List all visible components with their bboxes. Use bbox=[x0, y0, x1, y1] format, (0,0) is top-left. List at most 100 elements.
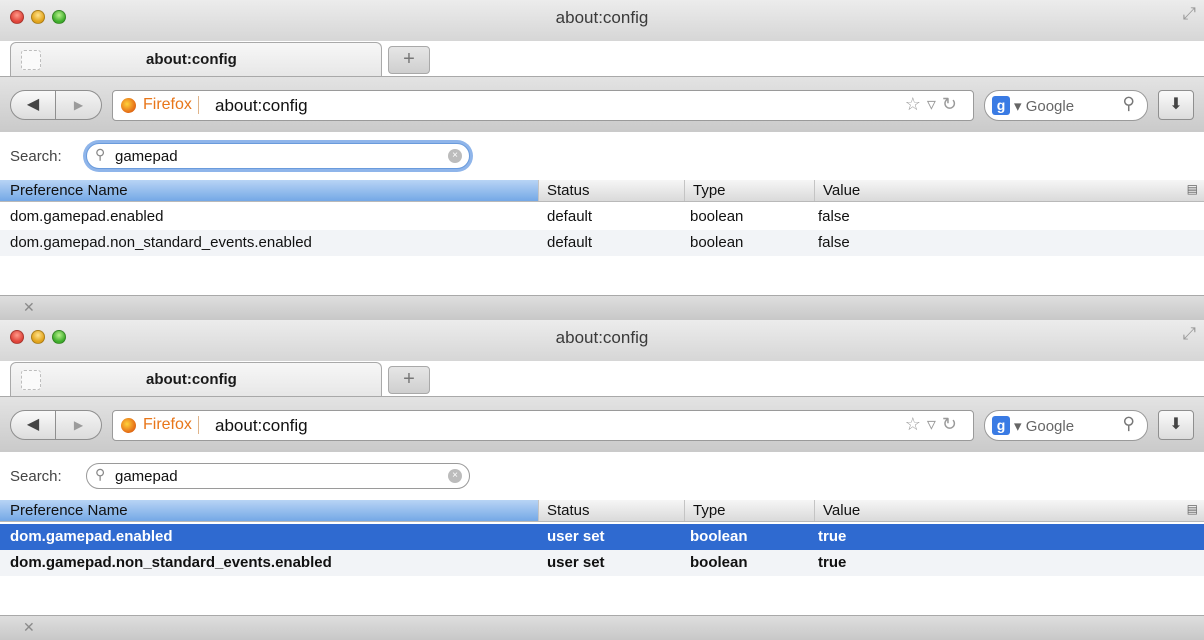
browser-window-user-set: about:config ⤢ about:config + ◀ ▶ Firefo… bbox=[0, 320, 1204, 640]
cell-value: true bbox=[818, 528, 847, 545]
search-label: Search: bbox=[10, 148, 62, 165]
url-bar-icons: ☆▿↻ bbox=[905, 94, 963, 115]
filter-input[interactable]: ⚲ gamepad × bbox=[86, 463, 470, 489]
firefox-icon bbox=[121, 418, 136, 433]
column-header-type[interactable]: Type bbox=[684, 500, 814, 521]
google-icon[interactable]: g bbox=[992, 416, 1010, 435]
cell-preference-name: dom.gamepad.enabled bbox=[10, 208, 164, 225]
cell-status: user set bbox=[547, 528, 605, 545]
tab-about-config[interactable]: about:config bbox=[10, 362, 382, 396]
table-row[interactable]: dom.gamepad.non_standard_events.enabled … bbox=[0, 550, 1204, 576]
back-button[interactable]: ◀ bbox=[10, 410, 56, 440]
filter-value[interactable]: gamepad bbox=[115, 468, 178, 485]
bookmark-star-icon[interactable]: ☆ bbox=[905, 94, 927, 114]
url-text[interactable]: about:config bbox=[215, 416, 308, 436]
search-icon[interactable]: ⚲ bbox=[1123, 94, 1135, 114]
engine-name: Google bbox=[1025, 98, 1075, 115]
download-button[interactable]: ⬇ bbox=[1158, 90, 1194, 120]
cell-type: boolean bbox=[690, 554, 748, 571]
url-bar[interactable]: Firefox about:config ☆▿↻ bbox=[112, 90, 974, 121]
column-picker-icon[interactable]: ▤ bbox=[1187, 182, 1198, 196]
title-bar: about:config ⤢ bbox=[0, 320, 1204, 361]
reload-icon[interactable]: ↻ bbox=[942, 414, 963, 434]
cell-type: boolean bbox=[690, 234, 744, 251]
column-header-status[interactable]: Status bbox=[538, 500, 684, 521]
cell-value: true bbox=[818, 554, 847, 571]
navigation-toolbar: ◀ ▶ Firefox about:config ☆▿↻ g ▾ Google … bbox=[0, 76, 1204, 132]
back-arrow-icon: ◀ bbox=[26, 416, 40, 433]
navigation-toolbar: ◀ ▶ Firefox about:config ☆▿↻ g ▾ Google … bbox=[0, 396, 1204, 452]
find-bar: ✕ bbox=[0, 615, 1204, 640]
search-icon: ⚲ bbox=[95, 466, 106, 482]
fullscreen-icon[interactable]: ⤢ bbox=[1182, 324, 1196, 344]
reload-icon[interactable]: ↻ bbox=[942, 94, 963, 114]
search-engine-label: ▾ Google bbox=[1014, 417, 1074, 435]
filter-value[interactable]: gamepad bbox=[115, 148, 178, 165]
tab-label: about:config bbox=[146, 371, 237, 388]
filter-input[interactable]: ⚲ gamepad × bbox=[86, 143, 470, 169]
url-bar[interactable]: Firefox about:config ☆▿↻ bbox=[112, 410, 974, 441]
new-tab-button[interactable]: + bbox=[388, 366, 430, 394]
window-title: about:config bbox=[555, 8, 649, 27]
column-header-status[interactable]: Status bbox=[538, 180, 684, 201]
window-title: about:config bbox=[555, 328, 649, 347]
bookmark-star-icon[interactable]: ☆ bbox=[905, 414, 927, 434]
cell-status: default bbox=[547, 208, 593, 225]
tab-about-config[interactable]: about:config bbox=[10, 42, 382, 76]
firefox-icon bbox=[121, 98, 136, 113]
back-arrow-icon: ◀ bbox=[26, 96, 40, 113]
cell-value: false bbox=[818, 208, 850, 225]
cell-type: boolean bbox=[690, 208, 744, 225]
cell-status: default bbox=[547, 234, 593, 251]
download-icon: ⬇ bbox=[1169, 96, 1183, 113]
forward-arrow-icon: ▶ bbox=[73, 418, 84, 432]
search-label: Search: bbox=[10, 468, 62, 485]
config-search-row: Search: ⚲ gamepad × bbox=[0, 140, 1204, 174]
column-header-preference-name[interactable]: Preference Name bbox=[0, 180, 538, 201]
table-row[interactable]: dom.gamepad.non_standard_events.enabled … bbox=[0, 230, 1204, 256]
search-bar[interactable]: g ▾ Google ⚲ bbox=[984, 90, 1148, 121]
identity-label[interactable]: Firefox bbox=[143, 96, 199, 114]
clear-icon[interactable]: × bbox=[448, 469, 462, 483]
forward-button[interactable]: ▶ bbox=[56, 410, 102, 440]
table-row[interactable]: dom.gamepad.enabled user set boolean tru… bbox=[0, 524, 1204, 550]
column-header-value[interactable]: Value bbox=[814, 180, 1174, 201]
page-favicon-icon bbox=[21, 370, 41, 390]
cell-preference-name: dom.gamepad.non_standard_events.enabled bbox=[10, 234, 312, 251]
google-icon[interactable]: g bbox=[992, 96, 1010, 115]
column-header-type[interactable]: Type bbox=[684, 180, 814, 201]
column-header-preference-name[interactable]: Preference Name bbox=[0, 500, 538, 521]
column-picker-icon[interactable]: ▤ bbox=[1187, 502, 1198, 516]
close-icon[interactable]: ✕ bbox=[23, 299, 35, 316]
table-row[interactable]: dom.gamepad.enabled default boolean fals… bbox=[0, 204, 1204, 230]
cell-type: boolean bbox=[690, 528, 748, 545]
config-search-row: Search: ⚲ gamepad × bbox=[0, 460, 1204, 494]
search-bar[interactable]: g ▾ Google ⚲ bbox=[984, 410, 1148, 441]
download-button[interactable]: ⬇ bbox=[1158, 410, 1194, 440]
clear-icon[interactable]: × bbox=[448, 149, 462, 163]
browser-window-default: about:config ⤢ about:config + ◀ ▶ Firefo… bbox=[0, 0, 1204, 320]
identity-label[interactable]: Firefox bbox=[143, 416, 199, 434]
forward-button[interactable]: ▶ bbox=[56, 90, 102, 120]
history-dropdown-icon[interactable]: ▿ bbox=[927, 94, 942, 114]
fullscreen-icon[interactable]: ⤢ bbox=[1182, 4, 1196, 24]
engine-name: Google bbox=[1025, 418, 1075, 435]
forward-arrow-icon: ▶ bbox=[73, 98, 84, 112]
close-icon[interactable]: ✕ bbox=[23, 619, 35, 636]
cell-preference-name: dom.gamepad.enabled bbox=[10, 528, 173, 545]
table-header: Preference Name Status Type Value ▤ bbox=[0, 180, 1204, 202]
download-icon: ⬇ bbox=[1169, 416, 1183, 433]
title-bar: about:config ⤢ bbox=[0, 0, 1204, 41]
column-header-value[interactable]: Value bbox=[814, 500, 1174, 521]
table-header: Preference Name Status Type Value ▤ bbox=[0, 500, 1204, 522]
engine-dropdown-icon: ▾ bbox=[1014, 98, 1022, 115]
page-favicon-icon bbox=[21, 50, 41, 70]
tab-label: about:config bbox=[146, 51, 237, 68]
url-text[interactable]: about:config bbox=[215, 96, 308, 116]
cell-value: false bbox=[818, 234, 850, 251]
search-icon: ⚲ bbox=[95, 146, 106, 162]
back-button[interactable]: ◀ bbox=[10, 90, 56, 120]
search-icon[interactable]: ⚲ bbox=[1123, 414, 1135, 434]
history-dropdown-icon[interactable]: ▿ bbox=[927, 414, 942, 434]
new-tab-button[interactable]: + bbox=[388, 46, 430, 74]
